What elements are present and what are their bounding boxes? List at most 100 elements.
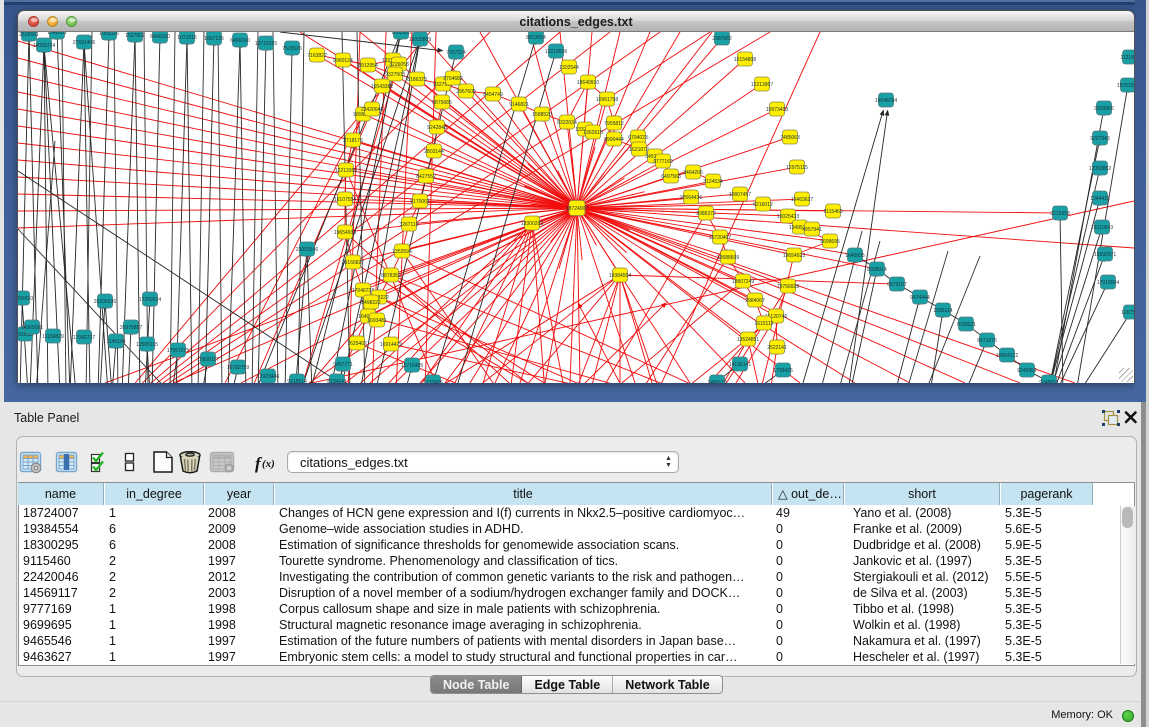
svg-text:2387682: 2387682 (712, 36, 732, 42)
svg-text:16648784: 16648784 (875, 98, 897, 104)
svg-text:1267534: 1267534 (1121, 310, 1134, 316)
svg-text:6794023: 6794023 (628, 135, 648, 141)
svg-text:8322034: 8322034 (557, 120, 577, 126)
svg-text:3215958: 3215958 (1050, 211, 1070, 217)
svg-text:10654122: 10654122 (996, 353, 1018, 359)
svg-text:15751074: 15751074 (1117, 83, 1134, 89)
svg-text:9245651: 9245651 (1039, 380, 1059, 383)
svg-text:2754682: 2754682 (443, 76, 463, 82)
svg-text:9115460: 9115460 (823, 209, 842, 215)
svg-text:1489119: 1489119 (707, 380, 726, 383)
svg-text:18300293: 18300293 (521, 221, 543, 227)
svg-text:18724007: 18724007 (566, 206, 588, 212)
svg-text:6466160: 6466160 (230, 38, 250, 44)
svg-text:1548081: 1548081 (47, 32, 67, 36)
svg-text:18807249: 18807249 (732, 279, 754, 285)
svg-text:15720407: 15720407 (709, 235, 731, 241)
svg-text:5875685: 5875685 (432, 100, 452, 106)
svg-text:2526691: 2526691 (19, 32, 39, 38)
svg-text:25266910: 25266910 (18, 296, 33, 302)
svg-text:2986372: 2986372 (696, 211, 716, 217)
svg-text:1667135: 1667135 (204, 36, 224, 42)
svg-text:3267110: 3267110 (399, 222, 418, 228)
svg-text:1065326: 1065326 (99, 32, 119, 37)
svg-text:8471676: 8471676 (977, 338, 997, 344)
svg-text:1071915: 1071915 (177, 35, 197, 41)
svg-text:9457771: 9457771 (333, 362, 353, 368)
svg-text:20564436: 20564436 (680, 195, 702, 201)
svg-text:2718176: 2718176 (343, 138, 363, 144)
svg-text:6216012: 6216012 (753, 202, 773, 208)
svg-text:8170061: 8170061 (410, 199, 430, 205)
svg-text:19384554: 19384554 (609, 273, 631, 279)
svg-text:16107554: 16107554 (334, 197, 356, 203)
svg-text:12093852: 12093852 (1089, 166, 1111, 172)
svg-text:15716485: 15716485 (401, 363, 423, 369)
svg-text:18640910: 18640910 (577, 80, 599, 86)
svg-text:9146821: 9146821 (509, 102, 529, 108)
svg-text:8454749: 8454749 (483, 92, 503, 98)
svg-text:1527602: 1527602 (125, 33, 145, 39)
svg-text:16543382: 16543382 (371, 84, 393, 90)
svg-text:10973493: 10973493 (766, 107, 788, 113)
svg-text:17046738: 17046738 (352, 288, 374, 294)
svg-text:3464206: 3464206 (683, 170, 703, 176)
svg-text:14136141: 14136141 (729, 362, 751, 368)
svg-text:10807457: 10807457 (729, 192, 751, 198)
svg-text:16210643: 16210643 (1091, 225, 1113, 231)
svg-text:8813054: 8813054 (526, 35, 546, 41)
svg-text:7515526: 7515526 (282, 46, 302, 52)
svg-text:2935114: 2935114 (933, 308, 952, 314)
svg-text:23053346: 23053346 (296, 247, 318, 253)
svg-text:10719155: 10719155 (255, 41, 277, 47)
svg-text:8960124: 8960124 (333, 58, 353, 64)
svg-text:1145194: 1145194 (106, 339, 125, 345)
svg-text:9242848: 9242848 (427, 125, 447, 131)
svg-text:1733426: 1733426 (773, 368, 793, 374)
svg-text:7625402: 7625402 (347, 341, 367, 347)
svg-text:2984067: 2984067 (745, 298, 765, 304)
svg-text:(x): (x) (262, 458, 275, 470)
svg-text:10961758: 10961758 (596, 97, 618, 103)
svg-text:17942737: 17942737 (73, 335, 95, 341)
svg-text:8912954: 8912954 (358, 63, 378, 69)
svg-text:1121845: 1121845 (1120, 55, 1134, 61)
svg-text:1603380: 1603380 (391, 32, 411, 36)
svg-text:1615112: 1615112 (754, 321, 773, 327)
svg-text:8186323: 8186323 (407, 77, 427, 83)
svg-text:19654933: 19654933 (334, 230, 356, 236)
svg-text:7955812: 7955812 (604, 121, 624, 127)
svg-text:11156829: 11156829 (42, 334, 64, 340)
svg-text:8990444: 8990444 (604, 137, 624, 143)
svg-text:2967608: 2967608 (456, 89, 476, 95)
svg-text:19654923: 19654923 (783, 253, 805, 259)
svg-text:12213369: 12213369 (335, 168, 357, 174)
svg-text:10958117: 10958117 (197, 357, 219, 363)
svg-text:16914479: 16914479 (380, 342, 402, 348)
svg-text:27691406: 27691406 (73, 40, 95, 46)
svg-text:13524851: 13524851 (737, 337, 759, 343)
svg-text:7485063: 7485063 (780, 135, 800, 141)
svg-text:9699695: 9699695 (820, 239, 840, 245)
svg-text:8734141: 8734141 (327, 379, 347, 383)
svg-text:10025433: 10025433 (777, 214, 799, 220)
svg-text:8498222: 8498222 (361, 300, 381, 306)
svg-text:1588520: 1588520 (532, 112, 552, 118)
svg-text:1244415: 1244415 (1090, 196, 1110, 202)
svg-text:1353594: 1353594 (392, 249, 412, 255)
svg-text:19166827: 19166827 (342, 260, 364, 266)
svg-text:8878352: 8878352 (381, 273, 401, 279)
svg-text:1693481: 1693481 (367, 318, 387, 324)
svg-text:9777169: 9777169 (653, 159, 673, 165)
svg-text:8938914: 8938914 (867, 267, 887, 273)
svg-text:1362615: 1362615 (583, 130, 603, 136)
svg-text:9227343: 9227343 (1090, 136, 1110, 142)
svg-text:79756928: 79756928 (777, 284, 799, 290)
svg-text:9327503: 9327503 (385, 72, 405, 78)
svg-text:12923446: 12923446 (257, 374, 279, 380)
svg-text:39975857: 39975857 (120, 325, 142, 331)
svg-text:7163822: 7163822 (307, 53, 327, 59)
svg-text:16154808: 16154808 (734, 57, 756, 63)
svg-text:1621072: 1621072 (629, 147, 649, 153)
svg-text:9329966: 9329966 (1094, 106, 1114, 112)
